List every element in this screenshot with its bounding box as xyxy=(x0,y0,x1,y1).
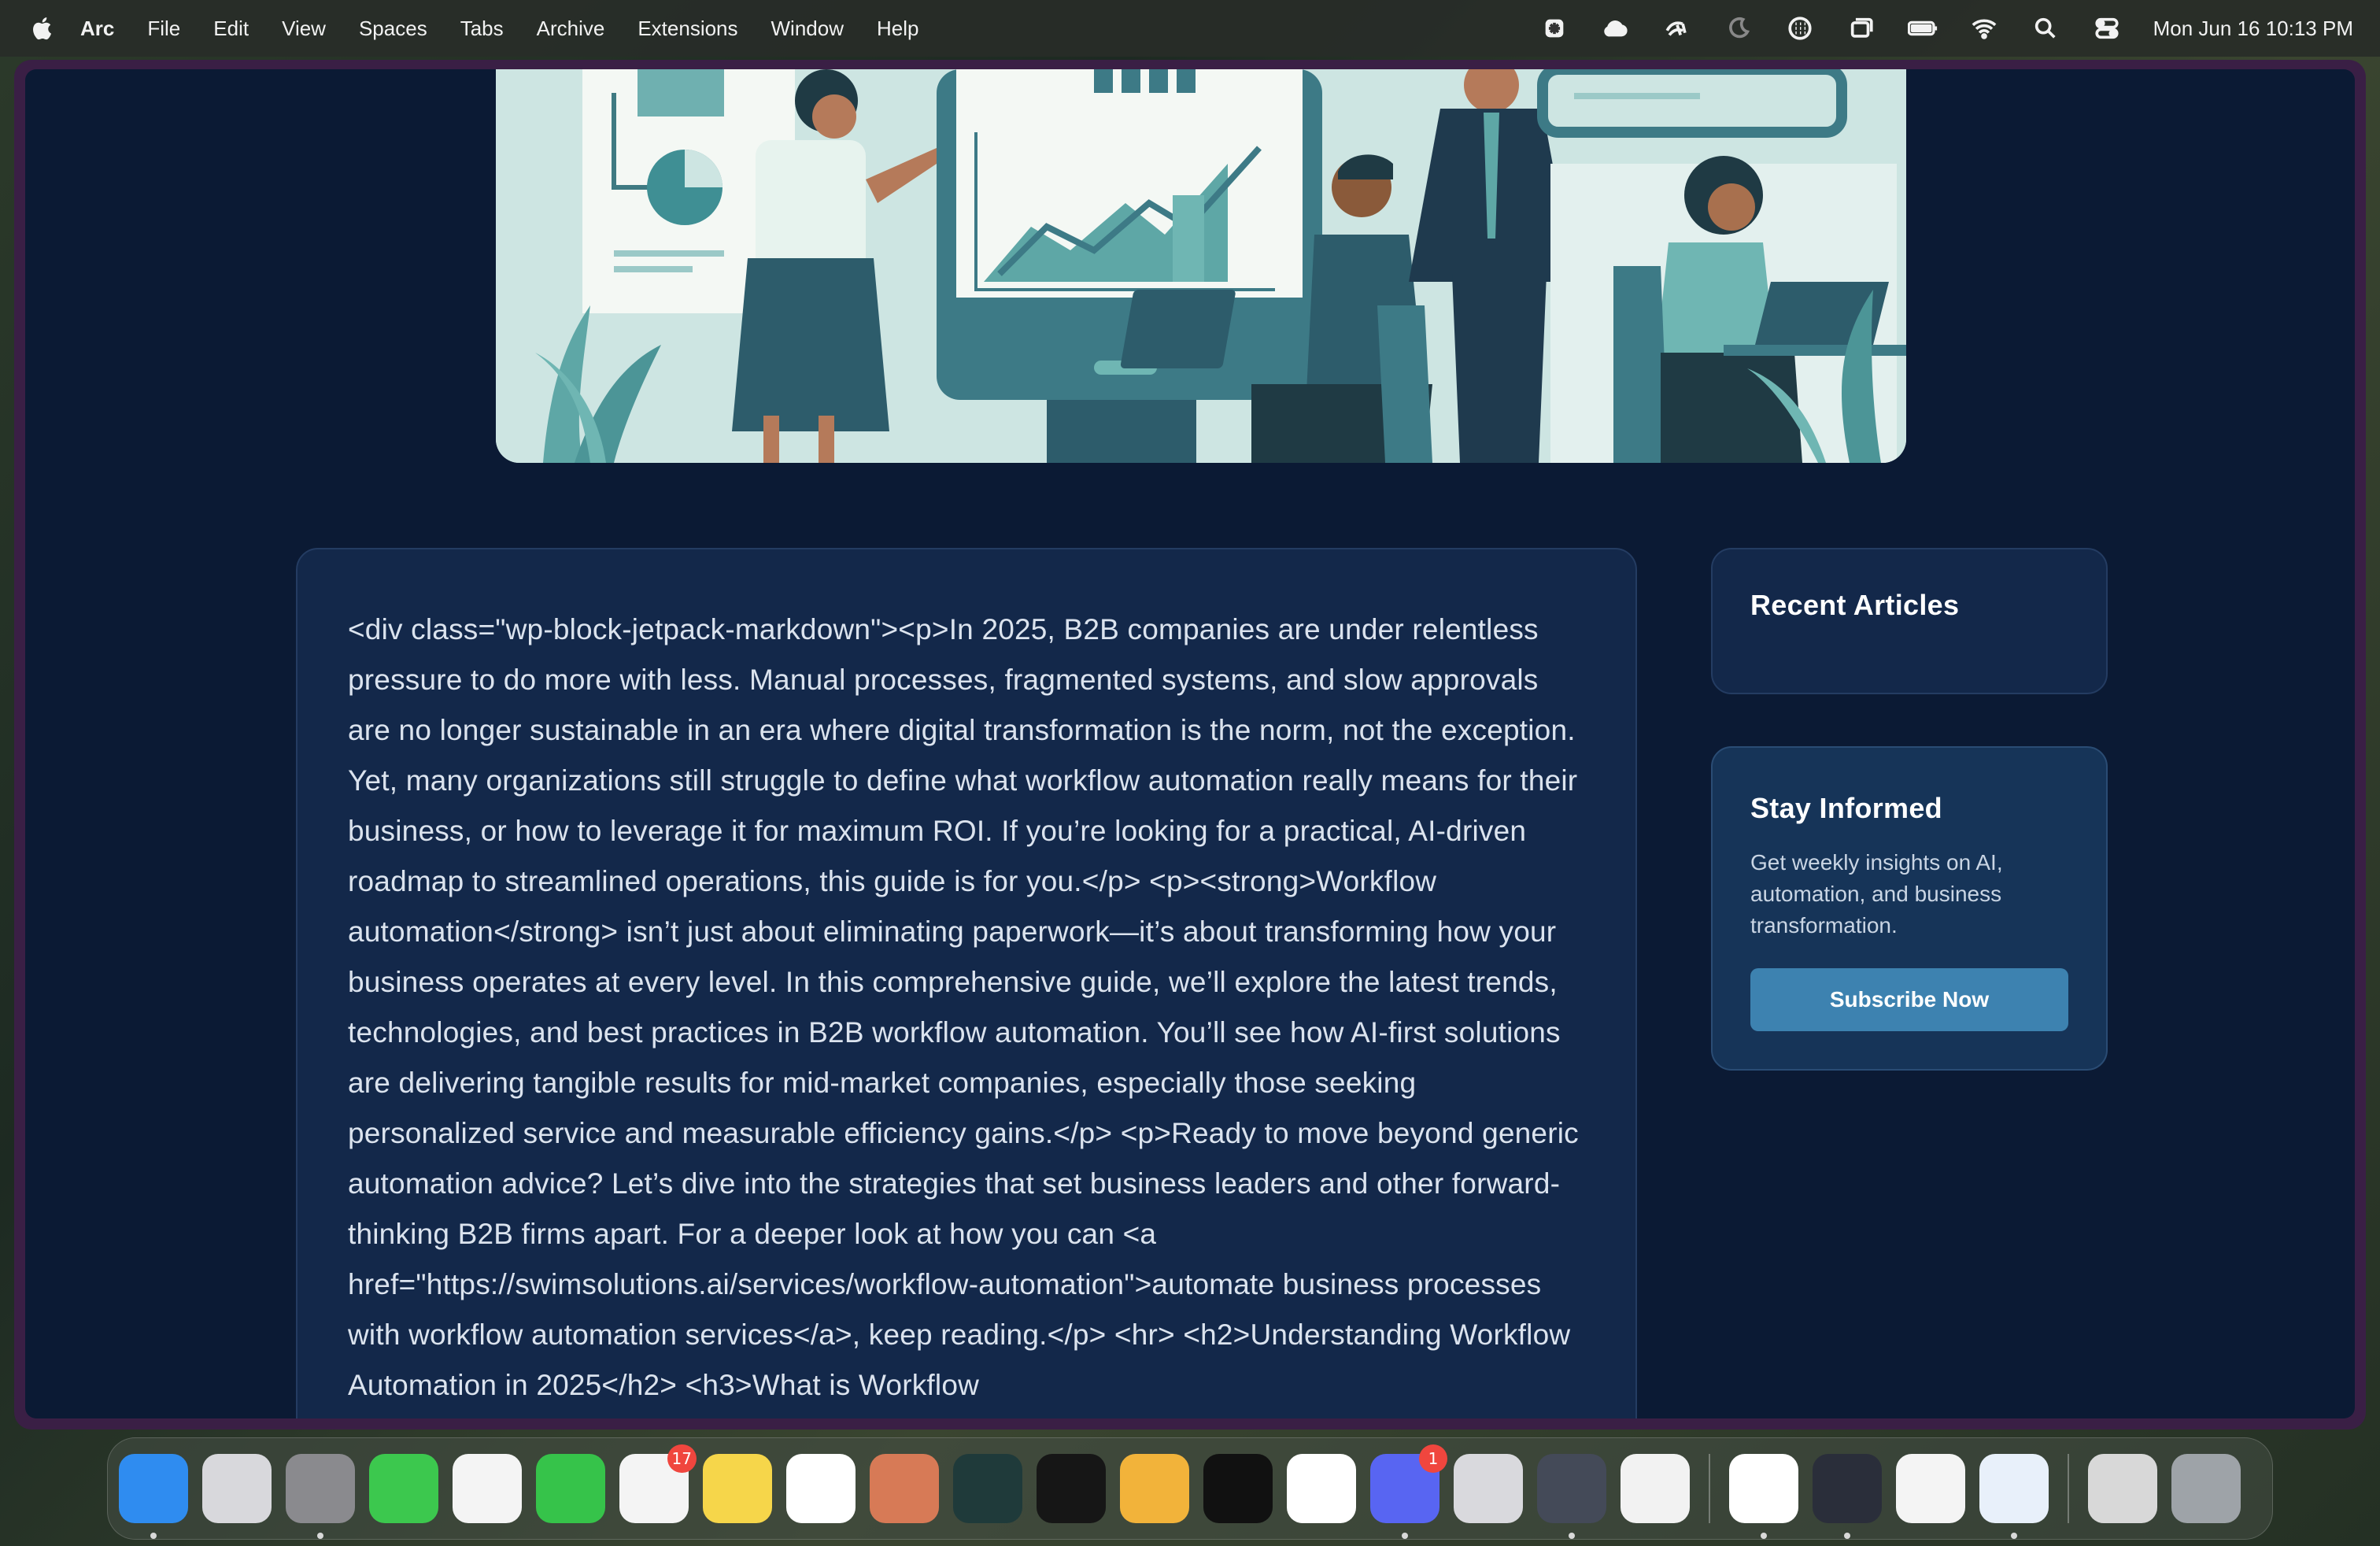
mesh-icon[interactable] xyxy=(1662,15,1692,42)
status-area: Mon Jun 16 10:13 PM xyxy=(1539,0,2353,57)
menu-help[interactable]: Help xyxy=(877,17,918,41)
dock: 17 1 xyxy=(107,1437,2273,1540)
facetime-icon[interactable] xyxy=(536,1454,605,1523)
recent-articles-title: Recent Articles xyxy=(1750,589,1960,621)
running-indicator xyxy=(1402,1533,1408,1539)
chatgpt-icon[interactable] xyxy=(786,1454,856,1523)
photos-icon[interactable] xyxy=(453,1454,522,1523)
iphone-mirroring-icon[interactable] xyxy=(1454,1454,1523,1523)
running-indicator xyxy=(1569,1533,1575,1539)
app-star-icon[interactable] xyxy=(1537,1454,1606,1539)
launchpad-icon[interactable] xyxy=(202,1454,272,1523)
menu-archive[interactable]: Archive xyxy=(537,17,605,41)
control-center-icon[interactable] xyxy=(2092,15,2122,42)
moon-icon[interactable] xyxy=(1724,15,1754,42)
office-illustration xyxy=(496,69,1906,463)
reminders-badge: 17 xyxy=(667,1444,697,1473)
newsletter-title: Stay Informed xyxy=(1750,792,1942,824)
menu-file[interactable]: File xyxy=(147,17,180,41)
hero-illustration xyxy=(496,69,1906,463)
claude-icon[interactable] xyxy=(870,1454,939,1523)
running-indicator xyxy=(2011,1533,2017,1539)
notion-icon[interactable] xyxy=(1287,1454,1356,1523)
menu-spaces[interactable]: Spaces xyxy=(359,17,427,41)
discord-badge: 1 xyxy=(1419,1444,1447,1473)
menu-clock[interactable]: Mon Jun 16 10:13 PM xyxy=(2153,17,2353,41)
dock-separator xyxy=(2068,1454,2069,1523)
obs-icon[interactable] xyxy=(1813,1454,1882,1539)
finder-icon[interactable] xyxy=(119,1454,188,1539)
wifi-icon[interactable] xyxy=(1969,15,1999,42)
article-card: <div class="wp-block-jetpack-markdown"><… xyxy=(296,548,1637,1418)
article-body: <div class="wp-block-jetpack-markdown"><… xyxy=(348,613,1579,1401)
chrome-icon[interactable] xyxy=(1896,1454,1965,1523)
screenshot-app-icon[interactable] xyxy=(1203,1454,1273,1523)
perplexity-icon[interactable] xyxy=(1539,15,1569,42)
menu-edit[interactable]: Edit xyxy=(213,17,249,41)
web-page: <div class="wp-block-jetpack-markdown"><… xyxy=(25,69,2355,1418)
slack-icon[interactable] xyxy=(1729,1454,1798,1539)
running-indicator xyxy=(1761,1533,1767,1539)
reminders-icon[interactable]: 17 xyxy=(619,1444,697,1523)
subscribe-button[interactable]: Subscribe Now xyxy=(1750,968,2068,1031)
newsletter-card: Stay Informed Get weekly insights on AI,… xyxy=(1711,746,2108,1071)
stage-manager-icon[interactable] xyxy=(1846,15,1876,42)
mail-spark-icon[interactable] xyxy=(1120,1454,1189,1523)
trash-icon[interactable] xyxy=(2171,1454,2241,1523)
battery-icon xyxy=(1907,20,1937,36)
perplexity-icon[interactable] xyxy=(953,1454,1022,1523)
menu-window[interactable]: Window xyxy=(771,17,844,41)
search-icon[interactable] xyxy=(2031,15,2060,42)
dock-separator xyxy=(1709,1454,1710,1523)
cloud-icon[interactable] xyxy=(1601,15,1631,42)
safari-icon[interactable] xyxy=(1979,1454,2049,1539)
running-indicator xyxy=(150,1533,157,1539)
newsletter-description: Get weekly insights on AI, automation, a… xyxy=(1750,850,2003,938)
menu-bar: Arc File Edit View Spaces Tabs Archive E… xyxy=(0,0,2380,57)
recent-articles-card: Recent Articles xyxy=(1711,548,2108,694)
app-orange-icon[interactable] xyxy=(1037,1454,1106,1523)
apple-menu-icon[interactable] xyxy=(30,15,57,42)
notes-icon[interactable] xyxy=(703,1454,772,1523)
running-indicator xyxy=(317,1533,323,1539)
running-indicator xyxy=(1844,1533,1850,1539)
passwords-icon[interactable] xyxy=(1621,1454,1690,1523)
downloads-folder-icon[interactable] xyxy=(2088,1454,2157,1523)
menu-extensions[interactable]: Extensions xyxy=(638,17,737,41)
browser-window: <div class="wp-block-jetpack-markdown"><… xyxy=(14,60,2366,1429)
menu-tabs[interactable]: Tabs xyxy=(460,17,504,41)
grid-icon[interactable] xyxy=(1785,15,1815,42)
messages-icon[interactable] xyxy=(369,1454,438,1523)
menu-view[interactable]: View xyxy=(282,17,326,41)
app-menu-arc[interactable]: Arc xyxy=(80,17,114,41)
system-settings-icon[interactable] xyxy=(286,1454,355,1539)
discord-icon[interactable]: 1 xyxy=(1370,1444,1447,1539)
